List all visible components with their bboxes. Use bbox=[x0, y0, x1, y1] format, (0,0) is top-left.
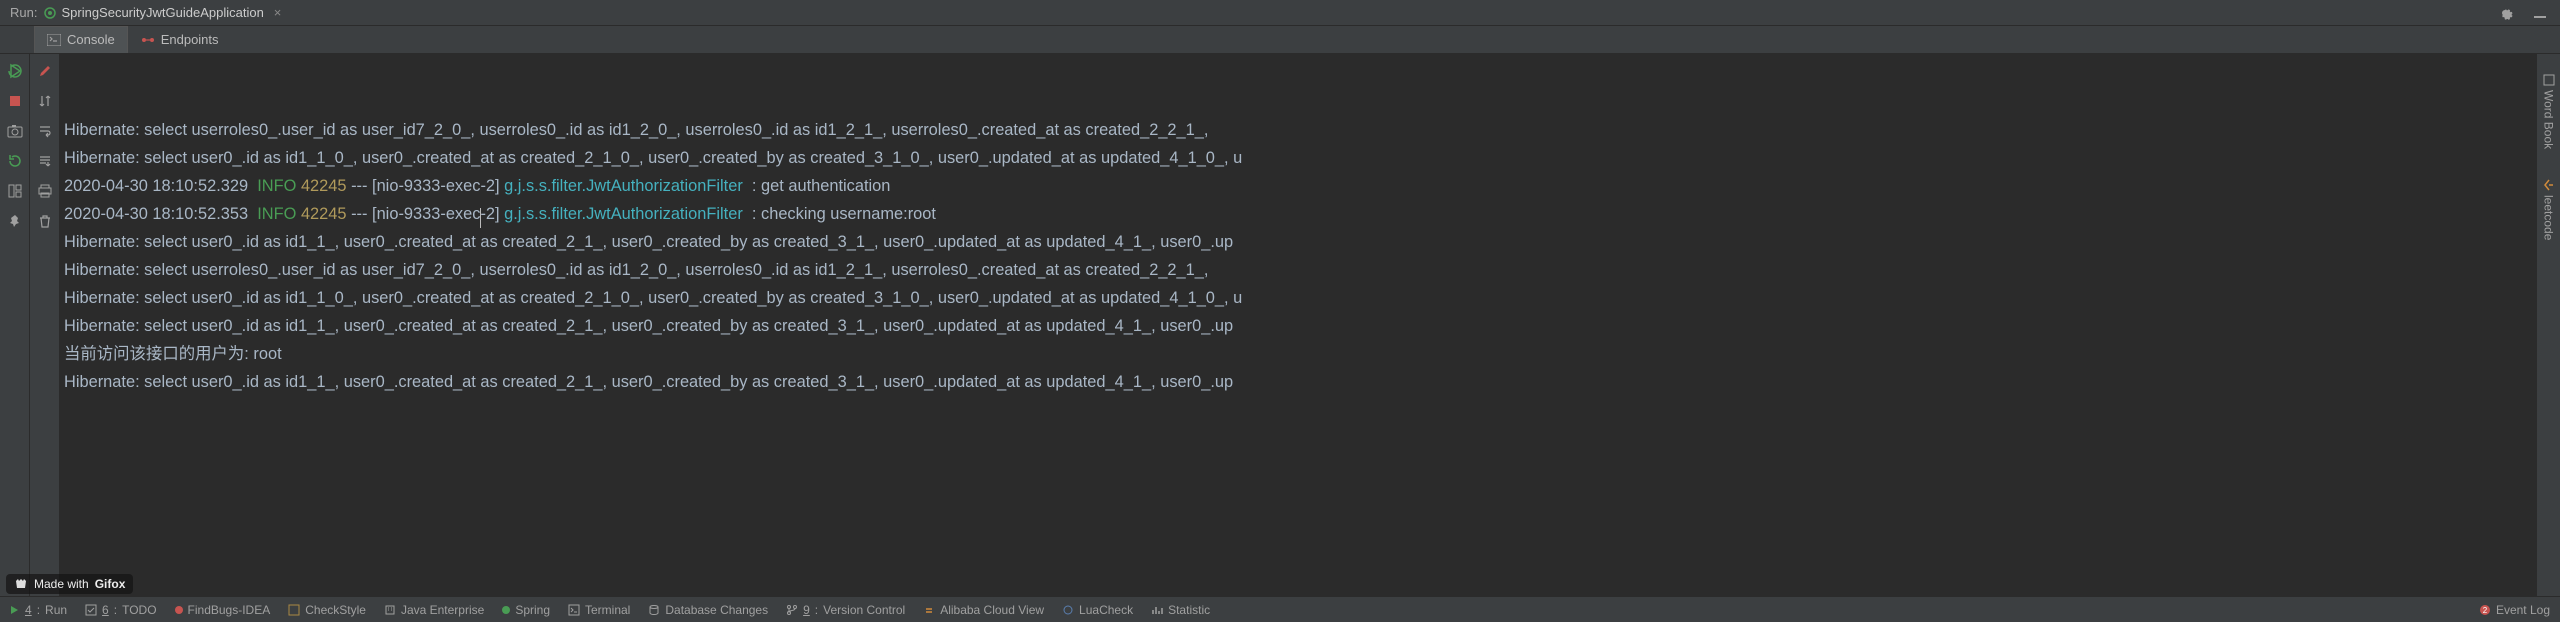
status-todo-label: TODO bbox=[122, 603, 156, 617]
print-icon[interactable] bbox=[34, 180, 56, 202]
status-bar: 4: Run 6: TODO FindBugs-IDEA CheckStyle … bbox=[0, 596, 2560, 622]
status-luacheck-label: LuaCheck bbox=[1079, 603, 1133, 617]
database-icon bbox=[648, 604, 660, 616]
todo-icon bbox=[85, 604, 97, 616]
console-line: Hibernate: select userroles0_.user_id as… bbox=[64, 256, 2560, 284]
run-configuration[interactable]: SpringSecurityJwtGuideApplication × bbox=[43, 5, 281, 20]
book-icon bbox=[2543, 74, 2555, 86]
minimize-icon[interactable] bbox=[2528, 2, 2550, 24]
console-toolbar bbox=[30, 54, 60, 596]
endpoints-icon bbox=[141, 34, 155, 46]
console-icon bbox=[47, 34, 61, 46]
status-statistic-label: Statistic bbox=[1168, 603, 1210, 617]
gifox-brand: Gifox bbox=[95, 577, 126, 591]
play-icon bbox=[10, 605, 20, 615]
right-tab-wordbook[interactable]: Word Book bbox=[2542, 74, 2556, 149]
gifox-badge: Made with Gifox bbox=[6, 574, 133, 594]
leetcode-label: leetcode bbox=[2542, 195, 2556, 240]
bug-icon bbox=[175, 606, 183, 614]
status-checkstyle[interactable]: CheckStyle bbox=[288, 603, 366, 617]
run-config-icon bbox=[43, 6, 57, 20]
status-javaee-label: Java Enterprise bbox=[401, 603, 484, 617]
stats-icon bbox=[1151, 604, 1163, 616]
status-db-label: Database Changes bbox=[665, 603, 768, 617]
console-line: Hibernate: select user0_.id as id1_1_0_,… bbox=[64, 284, 2560, 312]
text-cursor bbox=[480, 208, 481, 228]
status-run-num: 4 bbox=[25, 603, 32, 617]
tab-console-label: Console bbox=[67, 32, 115, 47]
console-line: Hibernate: select user0_.id as id1_1_0_,… bbox=[64, 144, 2560, 172]
close-icon[interactable]: × bbox=[274, 5, 282, 20]
gear-icon[interactable] bbox=[2494, 2, 2516, 24]
status-db-changes[interactable]: Database Changes bbox=[648, 603, 768, 617]
sort-icon[interactable] bbox=[34, 90, 56, 112]
checkstyle-icon bbox=[288, 604, 300, 616]
gifox-prefix: Made with bbox=[34, 577, 89, 591]
gifox-icon bbox=[14, 577, 28, 591]
wrap-icon[interactable] bbox=[34, 120, 56, 142]
status-vcs-label: Version Control bbox=[823, 603, 905, 617]
branch-icon bbox=[786, 604, 798, 616]
status-run-label: Run bbox=[45, 603, 67, 617]
status-findbugs[interactable]: FindBugs-IDEA bbox=[175, 603, 271, 617]
status-eventlog-label: Event Log bbox=[2496, 603, 2550, 617]
console-line: Hibernate: select user0_.id as id1_1_, u… bbox=[64, 368, 2560, 396]
status-event-log[interactable]: 2 Event Log bbox=[2479, 603, 2550, 617]
wordbook-label: Word Book bbox=[2542, 90, 2556, 149]
status-checkstyle-label: CheckStyle bbox=[305, 603, 366, 617]
luacheck-icon bbox=[1062, 604, 1074, 616]
status-vcs-num: 9 bbox=[803, 603, 810, 617]
console-line: 2020-04-30 18:10:52.353 INFO 42245 --- [… bbox=[64, 200, 2560, 228]
run-label: Run: bbox=[4, 5, 43, 20]
status-alibaba[interactable]: Alibaba Cloud View bbox=[923, 603, 1044, 617]
right-tab-leetcode[interactable]: leetcode bbox=[2542, 179, 2556, 240]
terminal-icon bbox=[568, 604, 580, 616]
status-spring[interactable]: Spring bbox=[502, 603, 550, 617]
status-spring-label: Spring bbox=[515, 603, 550, 617]
svg-text:2: 2 bbox=[2483, 606, 2488, 615]
right-tool-strip: Word Book leetcode bbox=[2536, 54, 2560, 596]
layout-icon[interactable] bbox=[4, 180, 26, 202]
status-todo-num: 6 bbox=[102, 603, 109, 617]
spring-icon bbox=[502, 606, 510, 614]
status-version-control[interactable]: 9: Version Control bbox=[786, 603, 905, 617]
console-line: Hibernate: select user0_.id as id1_1_, u… bbox=[64, 312, 2560, 340]
rerun-last-icon[interactable] bbox=[4, 150, 26, 172]
status-findbugs-label: FindBugs-IDEA bbox=[188, 603, 271, 617]
edit-icon[interactable] bbox=[34, 60, 56, 82]
status-terminal[interactable]: Terminal bbox=[568, 603, 630, 617]
status-run[interactable]: 4: Run bbox=[10, 603, 67, 617]
tab-console[interactable]: Console bbox=[34, 26, 128, 53]
leetcode-icon bbox=[2543, 179, 2555, 191]
tab-endpoints[interactable]: Endpoints bbox=[128, 26, 232, 53]
status-todo[interactable]: 6: TODO bbox=[85, 603, 156, 617]
clear-icon[interactable] bbox=[34, 210, 56, 232]
status-terminal-label: Terminal bbox=[585, 603, 630, 617]
cloud-icon bbox=[923, 604, 935, 616]
stop-icon[interactable] bbox=[4, 90, 26, 112]
status-java-enterprise[interactable]: Java Enterprise bbox=[384, 603, 484, 617]
status-statistic[interactable]: Statistic bbox=[1151, 603, 1210, 617]
console-line: Hibernate: select userroles0_.user_id as… bbox=[64, 116, 2560, 144]
run-toolbar bbox=[0, 54, 30, 596]
rerun-icon[interactable] bbox=[4, 60, 26, 82]
tool-tabs: Console Endpoints bbox=[0, 26, 2560, 54]
scroll-to-end-icon[interactable] bbox=[34, 150, 56, 172]
status-alibaba-label: Alibaba Cloud View bbox=[940, 603, 1044, 617]
run-config-name: SpringSecurityJwtGuideApplication bbox=[61, 5, 263, 20]
pin-icon[interactable] bbox=[4, 210, 26, 232]
console-output[interactable]: Hibernate: select userroles0_.user_id as… bbox=[60, 54, 2560, 596]
console-line: 2020-04-30 18:10:52.329 INFO 42245 --- [… bbox=[64, 172, 2560, 200]
camera-icon[interactable] bbox=[4, 120, 26, 142]
console-line: 当前访问该接口的用户为: root bbox=[64, 340, 2560, 368]
console-line: Hibernate: select user0_.id as id1_1_, u… bbox=[64, 228, 2560, 256]
building-icon bbox=[384, 604, 396, 616]
tab-endpoints-label: Endpoints bbox=[161, 32, 219, 47]
event-log-icon: 2 bbox=[2479, 604, 2491, 616]
status-luacheck[interactable]: LuaCheck bbox=[1062, 603, 1133, 617]
